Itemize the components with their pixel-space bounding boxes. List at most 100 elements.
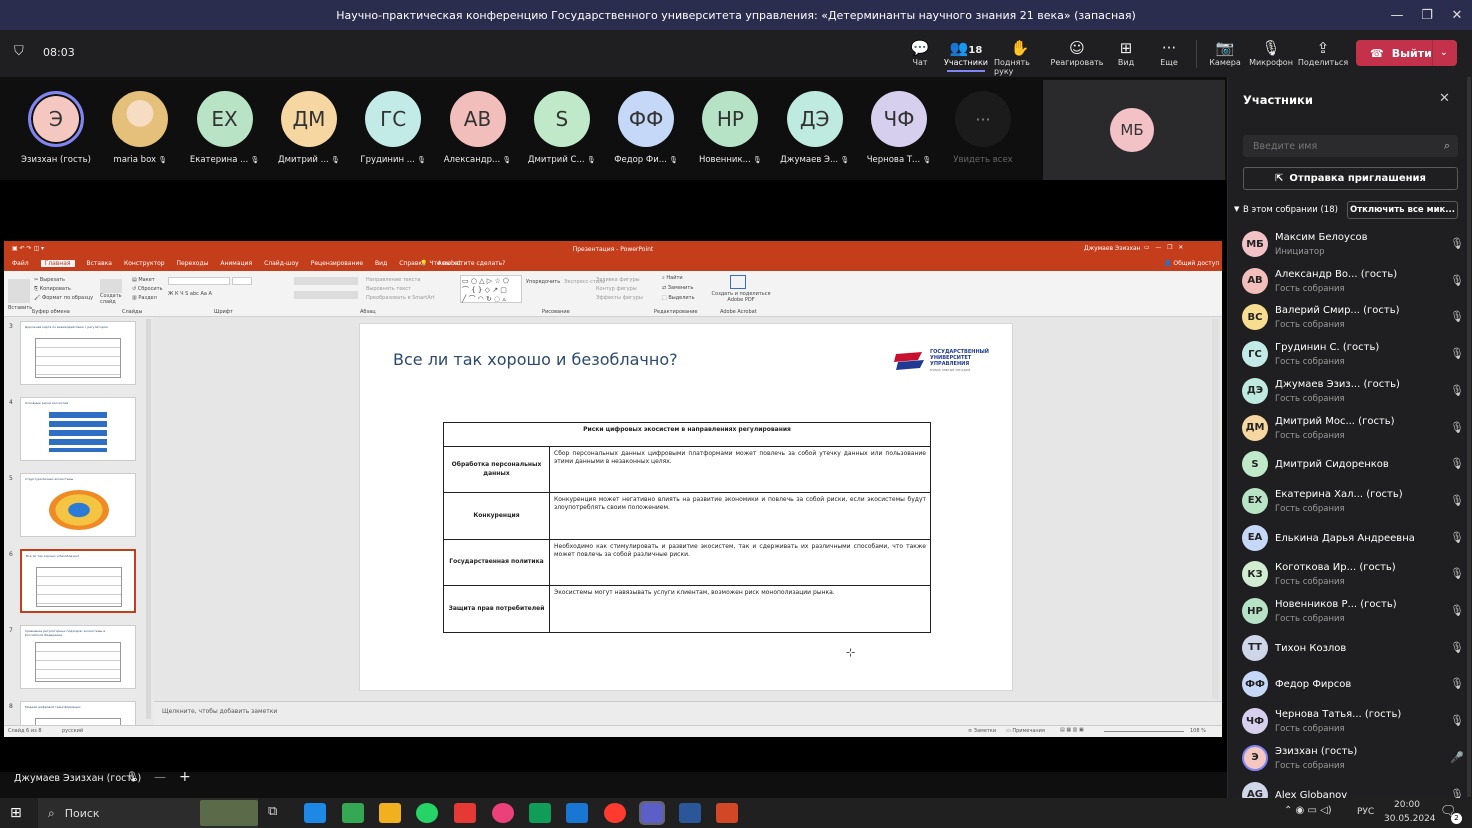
text-direction-button[interactable]: Направление текста [366,277,420,283]
participant-row[interactable]: ФФ Федор Фирсов 🎙 [1242,667,1464,703]
slide-thumbnail[interactable]: Сравнение регуляторных подходов: экосист… [20,625,136,689]
powerpoint-icon[interactable] [716,803,738,823]
mic-off-icon[interactable]: 🎙 [1450,788,1464,799]
thumb-scrollbar[interactable] [146,319,151,719]
reset-button[interactable]: ↺ Сбросить [132,286,162,292]
collapse-chevron-icon[interactable]: ▼ [1234,205,1239,213]
mic-off-icon[interactable]: 🎙 [1450,567,1464,580]
acrobat-button[interactable]: Создать и поделиться Adobe PDF [708,291,774,303]
react-button[interactable]: ☺ Реагировать [1051,38,1104,67]
task-view-icon[interactable]: ⧉ [268,804,277,819]
whatsapp-icon[interactable] [416,803,438,823]
clock-time[interactable]: 20:00 [1394,800,1420,810]
panel-scrollbar[interactable] [1467,77,1471,797]
mic-off-icon[interactable]: 🎙 [1450,457,1464,470]
copy-button[interactable]: ⎘ Копировать [34,286,71,292]
align-text-button[interactable]: Выровнять текст [366,286,411,292]
close-icon[interactable]: ✕ [1439,91,1450,106]
plus-icon[interactable]: + [179,769,191,785]
chat-button[interactable]: 💬 Чат [895,38,945,67]
mic-off-icon[interactable]: 🎙 [1450,274,1464,287]
ppt-share-button[interactable]: 👤 Общий доступ [1164,260,1219,267]
more-button[interactable]: ··· Еще [1144,38,1194,67]
windows-start-icon[interactable]: ⊞ [10,805,22,821]
video-tile-mb[interactable]: МБ [1043,80,1225,180]
shape-effects-button[interactable]: Эффекты фигуры [596,295,643,301]
mute-all-button[interactable]: Отключить все мик... [1347,201,1458,219]
ppt-tab[interactable]: Конструктор [124,260,165,267]
minimize-icon[interactable]: — [1382,0,1412,30]
mic-off-icon[interactable]: 🎙 [1450,531,1464,544]
paste-icon[interactable] [8,279,30,303]
video-tile[interactable]: АВ Александр... 🎙 [438,91,518,171]
notes-toggle[interactable]: ≡ Заметки [968,728,996,734]
chevron-down-icon[interactable]: ⌄ [1440,48,1448,58]
video-tile[interactable]: S Дмитрий С... 🎙 [522,91,602,171]
participant-row[interactable]: ВС Валерий Смир... (гость) Гость собрания 🎙 [1242,300,1464,336]
paragraph-list-icons[interactable] [294,277,358,285]
participant-row[interactable]: ЧФ Чернова Татья... (гость) Гость собрания… [1242,704,1464,740]
video-tile[interactable]: ФФ Федор Фи... 🎙 [606,91,686,171]
participant-row[interactable]: ЕА Елькина Дарья Андреевна 🎙 [1242,521,1464,557]
mic-on-icon[interactable]: 🎤 [1450,751,1464,764]
mic-off-icon[interactable]: 🎙 [1450,714,1464,727]
video-tile[interactable]: maria box 🎙 [100,91,180,171]
slide-canvas[interactable]: Все ли так хорошо и безоблачно? ГОСУДАРС… [359,323,1013,691]
ppt-tab[interactable]: Анимация [220,260,252,267]
slide-thumbnail[interactable]: Все ли так хорошо и безоблачно? [20,549,136,613]
participant-row[interactable]: ДМ Дмитрий Мос... (гость) Гость собрания 🎙 [1242,411,1464,447]
adobe-pdf-icon[interactable] [730,275,746,289]
slide-thumbnail[interactable]: Структура бизнес-экосистемы [20,473,136,537]
google-drive-icon[interactable] [529,803,551,823]
ppt-tab[interactable]: Слайд-шоу [264,260,299,267]
shape-outline-button[interactable]: Контур фигуры [596,286,637,292]
tray-icons[interactable]: ⌃ ◉ ▭ ◁) [1284,805,1332,816]
participant-row[interactable]: АВ Александр Во... (гость) Гость собрания 🎙 [1242,264,1464,300]
camera-button[interactable]: 📷 Камера [1200,38,1250,67]
store-icon[interactable] [566,803,588,823]
ppt-tab[interactable]: Рецензирование [311,260,363,267]
shape-fill-button[interactable]: Заливка фигуры [596,277,640,283]
language-indicator[interactable]: РУС [1357,807,1374,817]
taskbar-search[interactable]: ⌕ Поиск [38,798,258,828]
chrome-icon[interactable] [342,803,364,823]
maximize-icon[interactable]: ❐ [1412,0,1442,30]
notes-pane[interactable]: Щелкните, чтобы добавить заметки [154,701,1222,725]
mic-off-icon[interactable]: 🎙 [1450,237,1464,250]
participant-row[interactable]: Э Эзизхан (гость) Гость собрания 🎤 [1242,741,1464,777]
mic-off-icon[interactable]: 🎙 [1450,421,1464,434]
ppt-search-hint[interactable]: 💡 Что вы хотите сделать? [420,260,505,267]
slide-thumbnail[interactable]: Основные риски экосистем [20,397,136,461]
new-slide-icon[interactable] [100,279,122,293]
participant-row[interactable]: ГС Грудинин С. (гость) Гость собрания 🎙 [1242,337,1464,373]
mic-button[interactable]: 🎙 Микрофон [1246,38,1296,67]
raise-hand-button[interactable]: ✋ Поднять руку [994,38,1046,76]
participant-search[interactable]: ⌕ [1243,135,1458,157]
shapes-gallery[interactable]: ▭ ○ △ ▷ ☆ ⬠ ⌒ { } ◇ ↗ ▢ ╱ ⌒ ◠ ↻ ◌ ▵ [460,275,522,303]
font-name-input[interactable] [168,277,230,285]
participant-row[interactable]: S Дмитрий Сидоренков 🎙 [1242,447,1464,483]
itunes-icon[interactable] [492,803,514,823]
font-size-input[interactable] [232,277,252,285]
participant-row[interactable]: ЕХ Екатерина Хал... (гость) Гость собрания… [1242,484,1464,520]
find-button[interactable]: ⌕ Найти [662,275,683,281]
minus-icon[interactable]: — [154,770,166,784]
ppt-window-controls[interactable]: ▭ — ❐ ✕ [1144,244,1183,251]
save-icon[interactable]: ▣ ↶ ↷ ◫ ▾ [12,245,44,252]
ppt-tab[interactable]: Переходы [177,260,209,267]
mic-off-icon[interactable]: 🎙 [1450,310,1464,323]
comments-toggle[interactable]: ▭ Примечания [1006,728,1045,734]
mic-off-icon[interactable]: 🎙 [1450,494,1464,507]
teams-icon[interactable] [639,801,665,825]
slide-scrollbar[interactable] [1212,319,1219,699]
video-tile[interactable]: ДЭ Джумаев Э... 🎙 [775,91,855,171]
participant-row[interactable]: ДЭ Джумаев Эзиз... (гость) Гость собрания 🎙 [1242,374,1464,410]
close-window-icon[interactable]: ✕ [1442,0,1472,30]
font-format-icons[interactable]: Ж К Ч S abc Аа A [168,291,212,297]
mic-off-icon[interactable]: 🎙 [1450,384,1464,397]
see-all-tile[interactable]: ··· Увидеть всех [943,91,1023,171]
arrange-button[interactable]: Упорядочить [526,279,560,285]
mic-off-icon[interactable]: 🎙 [1450,347,1464,360]
language-indicator[interactable]: русский [62,728,83,734]
select-button[interactable]: ⬚ Выделить [662,295,695,301]
